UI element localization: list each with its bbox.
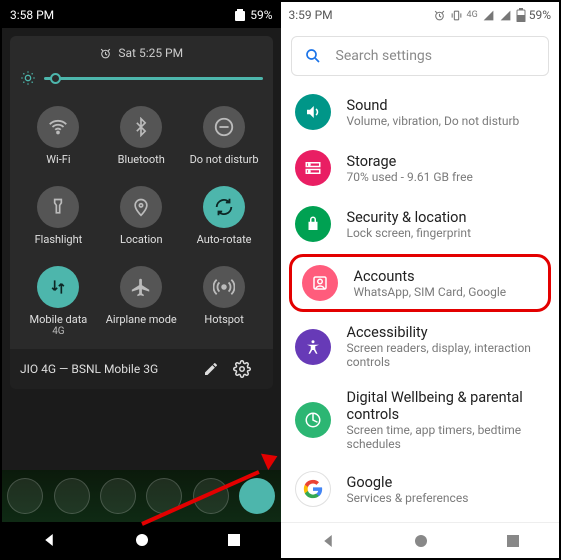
- tile-label: Airplane mode: [106, 314, 177, 326]
- battery-icon: [516, 8, 526, 22]
- tile-flashlight[interactable]: Flashlight: [20, 180, 97, 254]
- item-title: Storage: [347, 153, 473, 170]
- storage-icon: [295, 150, 331, 186]
- search-placeholder: Search settings: [336, 48, 433, 64]
- status-time: 3:59 PM: [289, 8, 333, 22]
- item-sub: Screen time, app timers, bedtime schedul…: [347, 423, 546, 451]
- nav-bar: [2, 522, 281, 558]
- tile-wifi[interactable]: Wi-Fi: [20, 100, 97, 174]
- settings-item-google[interactable]: GoogleServices & preferences: [281, 461, 560, 517]
- item-title: Accessibility: [347, 324, 546, 341]
- status-bar: 3:59 PM 4G 59%: [281, 2, 560, 28]
- settings-item-wellbeing[interactable]: Digital Wellbeing & parental controlsScr…: [281, 379, 560, 461]
- brightness-slider[interactable]: [20, 70, 263, 86]
- item-title: Security & location: [347, 209, 472, 226]
- nav-home[interactable]: [134, 532, 150, 548]
- dock-bubble: [146, 478, 182, 514]
- qs-header: Sat 5:25 PM: [20, 46, 263, 60]
- dock-bubble: [7, 478, 43, 514]
- carrier-label: JIO 4G — BSNL Mobile 3G: [20, 362, 158, 376]
- item-sub: Screen readers, display, interaction con…: [347, 341, 546, 369]
- quick-settings-panel: Sat 5:25 PM Wi-Fi Bluetooth: [10, 36, 273, 349]
- nav-back[interactable]: [319, 532, 337, 550]
- quick-settings-screen: 3:58 PM 59% Sat 5:25 PM: [2, 2, 281, 558]
- tile-airplane[interactable]: Airplane mode: [103, 260, 180, 345]
- settings-item-sound[interactable]: SoundVolume, vibration, Do not disturb: [281, 84, 560, 140]
- home-dock-background: [2, 470, 281, 522]
- alarm-icon: [99, 47, 112, 60]
- item-sub: Lock screen, fingerprint: [347, 226, 472, 240]
- qs-tiles-grid: Wi-Fi Bluetooth Do not disturb Flashligh…: [20, 100, 263, 345]
- tile-label: Hotspot: [204, 314, 243, 326]
- tile-sublabel: 4G: [52, 326, 64, 337]
- nav-back[interactable]: [40, 531, 58, 549]
- edit-tiles-button[interactable]: [203, 361, 233, 377]
- tile-label: Bluetooth: [118, 154, 165, 166]
- wellbeing-icon: [295, 402, 331, 438]
- tile-label: Do not disturb: [190, 154, 259, 166]
- item-title: Sound: [347, 97, 520, 114]
- tile-hotspot[interactable]: Hotspot: [186, 260, 263, 345]
- tile-label: Mobile data: [30, 314, 88, 326]
- settings-screen: 3:59 PM 4G 59% Search settings SoundVolu…: [281, 2, 560, 558]
- tile-mobile-data[interactable]: Mobile data 4G: [20, 260, 97, 345]
- status-time: 3:58 PM: [10, 8, 54, 22]
- signal-4g-label: 4G: [467, 10, 478, 20]
- item-sub: WhatsApp, SIM Card, Google: [354, 285, 507, 299]
- accessibility-icon: [295, 329, 331, 365]
- search-settings-input[interactable]: Search settings: [291, 36, 550, 76]
- settings-item-storage[interactable]: Storage70% used - 9.61 GB free: [281, 140, 560, 196]
- signal-icon: [482, 9, 495, 22]
- tile-autorotate[interactable]: Auto-rotate: [186, 180, 263, 254]
- tile-label: Auto-rotate: [197, 234, 252, 246]
- item-sub: 70% used - 9.61 GB free: [347, 170, 473, 184]
- settings-item-accounts[interactable]: AccountsWhatsApp, SIM Card, Google: [289, 254, 552, 312]
- battery-icon: [234, 8, 246, 22]
- item-title: Google: [347, 474, 469, 491]
- qs-time-label: Sat 5:25 PM: [118, 46, 183, 60]
- item-sub: Volume, vibration, Do not disturb: [347, 114, 520, 128]
- sound-icon: [295, 94, 331, 130]
- nav-bar: [281, 522, 560, 558]
- dock-bubble: [100, 478, 136, 514]
- item-title: Digital Wellbeing & parental controls: [347, 389, 546, 423]
- nav-home[interactable]: [413, 533, 429, 549]
- status-battery-pct: 59%: [529, 8, 551, 22]
- item-sub: Services & preferences: [347, 491, 469, 505]
- dock-bubble: [54, 478, 90, 514]
- settings-item-accessibility[interactable]: AccessibilityScreen readers, display, in…: [281, 314, 560, 379]
- settings-button[interactable]: [233, 360, 263, 378]
- tile-bluetooth[interactable]: Bluetooth: [103, 100, 180, 174]
- google-icon: [295, 471, 331, 507]
- alarm-icon: [433, 9, 446, 22]
- signal-icon: [499, 9, 512, 22]
- brightness-icon: [20, 70, 36, 86]
- status-battery-pct: 59%: [250, 8, 272, 22]
- dock-bubble: [193, 478, 229, 514]
- settings-list: SoundVolume, vibration, Do not disturb S…: [281, 84, 560, 558]
- settings-item-security[interactable]: Security & locationLock screen, fingerpr…: [281, 196, 560, 252]
- tile-label: Flashlight: [35, 234, 83, 246]
- vibrate-icon: [450, 9, 463, 22]
- accounts-icon: [302, 265, 338, 301]
- tile-dnd[interactable]: Do not disturb: [186, 100, 263, 174]
- search-icon: [304, 47, 322, 65]
- tile-label: Location: [120, 234, 163, 246]
- tile-location[interactable]: Location: [103, 180, 180, 254]
- status-bar: 3:58 PM 59%: [2, 2, 281, 28]
- tile-label: Wi-Fi: [46, 154, 70, 166]
- nav-recents[interactable]: [505, 533, 521, 549]
- nav-recents[interactable]: [226, 532, 242, 548]
- lock-icon: [295, 206, 331, 242]
- qs-footer: JIO 4G — BSNL Mobile 3G: [10, 349, 273, 389]
- dock-bubble: [239, 478, 275, 514]
- item-title: Accounts: [354, 268, 507, 285]
